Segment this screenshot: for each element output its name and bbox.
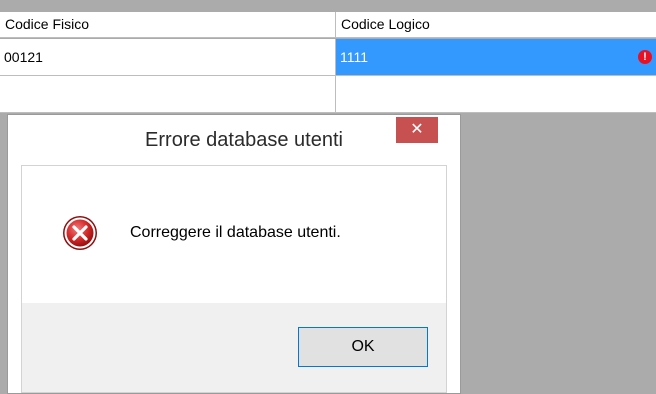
column-header-codice-logico[interactable]: Codice Logico (336, 12, 656, 37)
dialog-content: Correggere il database utenti. OK (21, 165, 447, 393)
cell-codice-logico[interactable] (336, 76, 656, 113)
dialog-title: Errore database utenti (145, 129, 343, 151)
dialog-footer: OK (22, 303, 446, 392)
dialog-titlebar[interactable]: Errore database utenti ✕ (8, 115, 460, 165)
cell-codice-fisico[interactable] (0, 76, 336, 113)
close-button[interactable]: ✕ (396, 117, 438, 143)
data-grid: Codice Fisico Codice Logico 00121 1111 ! (0, 0, 656, 114)
ok-button[interactable]: OK (298, 327, 428, 367)
cell-value: 1111 (340, 49, 369, 65)
error-message: Correggere il database utenti. (130, 224, 341, 241)
error-circle-icon (63, 216, 97, 250)
column-header-codice-fisico[interactable]: Codice Fisico (0, 12, 336, 37)
grid-header: Codice Fisico Codice Logico (0, 12, 656, 38)
message-area: Correggere il database utenti. (22, 166, 446, 303)
error-icon: ! (638, 50, 652, 64)
close-icon: ✕ (410, 121, 424, 138)
table-row[interactable]: 00121 1111 ! (0, 39, 656, 76)
cell-codice-fisico[interactable]: 00121 (0, 39, 336, 76)
error-dialog: Errore database utenti ✕ Correggere il d… (7, 114, 461, 394)
cell-codice-logico-selected[interactable]: 1111 ! (336, 39, 656, 76)
table-row[interactable] (0, 76, 656, 113)
